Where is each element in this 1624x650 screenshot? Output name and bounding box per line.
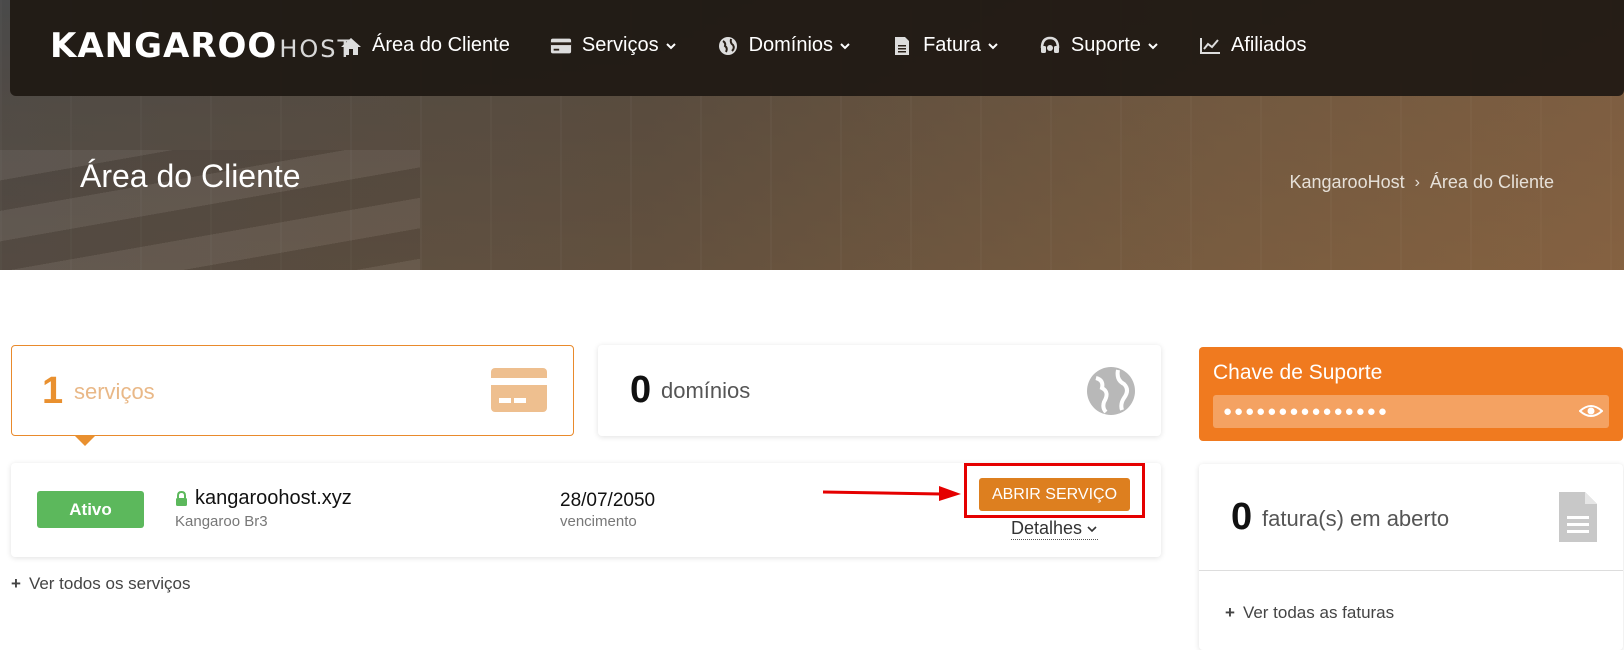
support-key-field: ●●●●●●●●●●●●●●●: [1213, 395, 1609, 428]
breadcrumb-separator-icon: ›: [1414, 173, 1420, 191]
kangaroohost-logo[interactable]: KANGAROO HOST: [50, 26, 354, 66]
support-key-card: Chave de Suporte ●●●●●●●●●●●●●●●: [1199, 347, 1623, 441]
nav-item-area-cliente[interactable]: Área do Cliente: [340, 34, 510, 57]
services-count: 1: [42, 370, 64, 412]
breadcrumb-home-link[interactable]: KangarooHost: [1290, 172, 1405, 193]
eye-icon[interactable]: [1579, 401, 1603, 421]
annotation-arrow-icon: [822, 486, 961, 501]
nav-label: Domínios: [748, 34, 834, 56]
document-icon: [1559, 492, 1597, 542]
details-dropdown[interactable]: Detalhes: [1011, 518, 1099, 540]
view-all-services-label: Ver todos os serviços: [28, 574, 191, 593]
nav-label: Fatura: [923, 34, 981, 56]
nav-item-fatura[interactable]: Fatura: [891, 34, 999, 57]
services-stat-card[interactable]: 1 serviços: [11, 345, 574, 446]
document-icon: [891, 36, 913, 56]
domains-stat-card[interactable]: 0 domínios: [598, 345, 1161, 436]
invoices-label: fatura(s) em aberto: [1262, 506, 1450, 531]
service-due-label: vencimento: [560, 513, 637, 530]
lock-icon: [176, 491, 187, 506]
view-all-invoices-link[interactable]: + Ver todas as faturas: [1225, 603, 1394, 623]
chevron-down-icon: [988, 42, 998, 49]
breadcrumb-current: Área do Cliente: [1429, 172, 1554, 192]
open-service-button[interactable]: ABRIR SERVIÇO: [979, 478, 1130, 511]
service-due-date: 28/07/2050: [560, 490, 656, 511]
credit-card-icon: [550, 36, 572, 56]
top-navbar: KANGAROO HOST Área do Cliente Serviços D…: [10, 0, 1624, 96]
view-all-invoices-label: Ver todas as faturas: [1242, 603, 1395, 622]
support-key-masked-value: ●●●●●●●●●●●●●●●: [1223, 403, 1389, 420]
status-badge: Ativo: [37, 491, 144, 528]
divider: [1199, 570, 1623, 571]
nav-label: Suporte: [1070, 34, 1141, 56]
nav-label: Serviços: [581, 34, 659, 56]
view-all-services-link[interactable]: + Ver todos os serviços: [11, 574, 191, 594]
plus-icon: +: [1225, 603, 1235, 622]
nav-label: Afiliados: [1230, 34, 1307, 56]
chevron-down-icon: [840, 42, 850, 49]
nav-item-dominios[interactable]: Domínios: [717, 34, 851, 57]
globe-icon: [1087, 367, 1135, 415]
nav-item-afiliados[interactable]: Afiliados: [1199, 34, 1307, 57]
plus-icon: +: [11, 574, 21, 593]
chevron-down-icon: [665, 42, 676, 49]
headset-icon: [1039, 36, 1061, 56]
invoices-card: 0 fatura(s) em aberto + Ver todas as fatu…: [1199, 464, 1623, 650]
credit-card-icon: [491, 368, 547, 412]
chart-line-icon: [1199, 36, 1221, 56]
service-domain[interactable]: kangaroohost.xyz: [195, 487, 352, 510]
breadcrumb: KangarooHost › Área do Cliente: [1290, 172, 1554, 193]
main-nav: Área do Cliente Serviços Domínios Fatura: [340, 34, 1347, 57]
logo-main-text: KANGAROO: [50, 26, 278, 66]
nav-label: Área do Cliente: [372, 34, 510, 56]
domains-label: domínios: [661, 378, 751, 403]
home-icon: [340, 36, 362, 56]
domains-count: 0: [630, 369, 652, 411]
services-label: serviços: [74, 379, 155, 404]
invoices-count: 0: [1231, 496, 1253, 538]
page-title: Área do Cliente: [80, 158, 301, 194]
chevron-down-icon: [1148, 42, 1158, 49]
globe-icon: [717, 36, 739, 56]
details-label: Detalhes: [1011, 518, 1083, 538]
chevron-down-icon: [1087, 525, 1097, 532]
service-row-card: Ativo kangaroohost.xyz Kangaroo Br3 28/0…: [11, 463, 1161, 557]
support-key-title: Chave de Suporte: [1213, 361, 1383, 384]
service-plan: Kangaroo Br3: [175, 513, 268, 530]
nav-item-servicos[interactable]: Serviços: [550, 34, 677, 57]
nav-item-suporte[interactable]: Suporte: [1039, 34, 1159, 57]
